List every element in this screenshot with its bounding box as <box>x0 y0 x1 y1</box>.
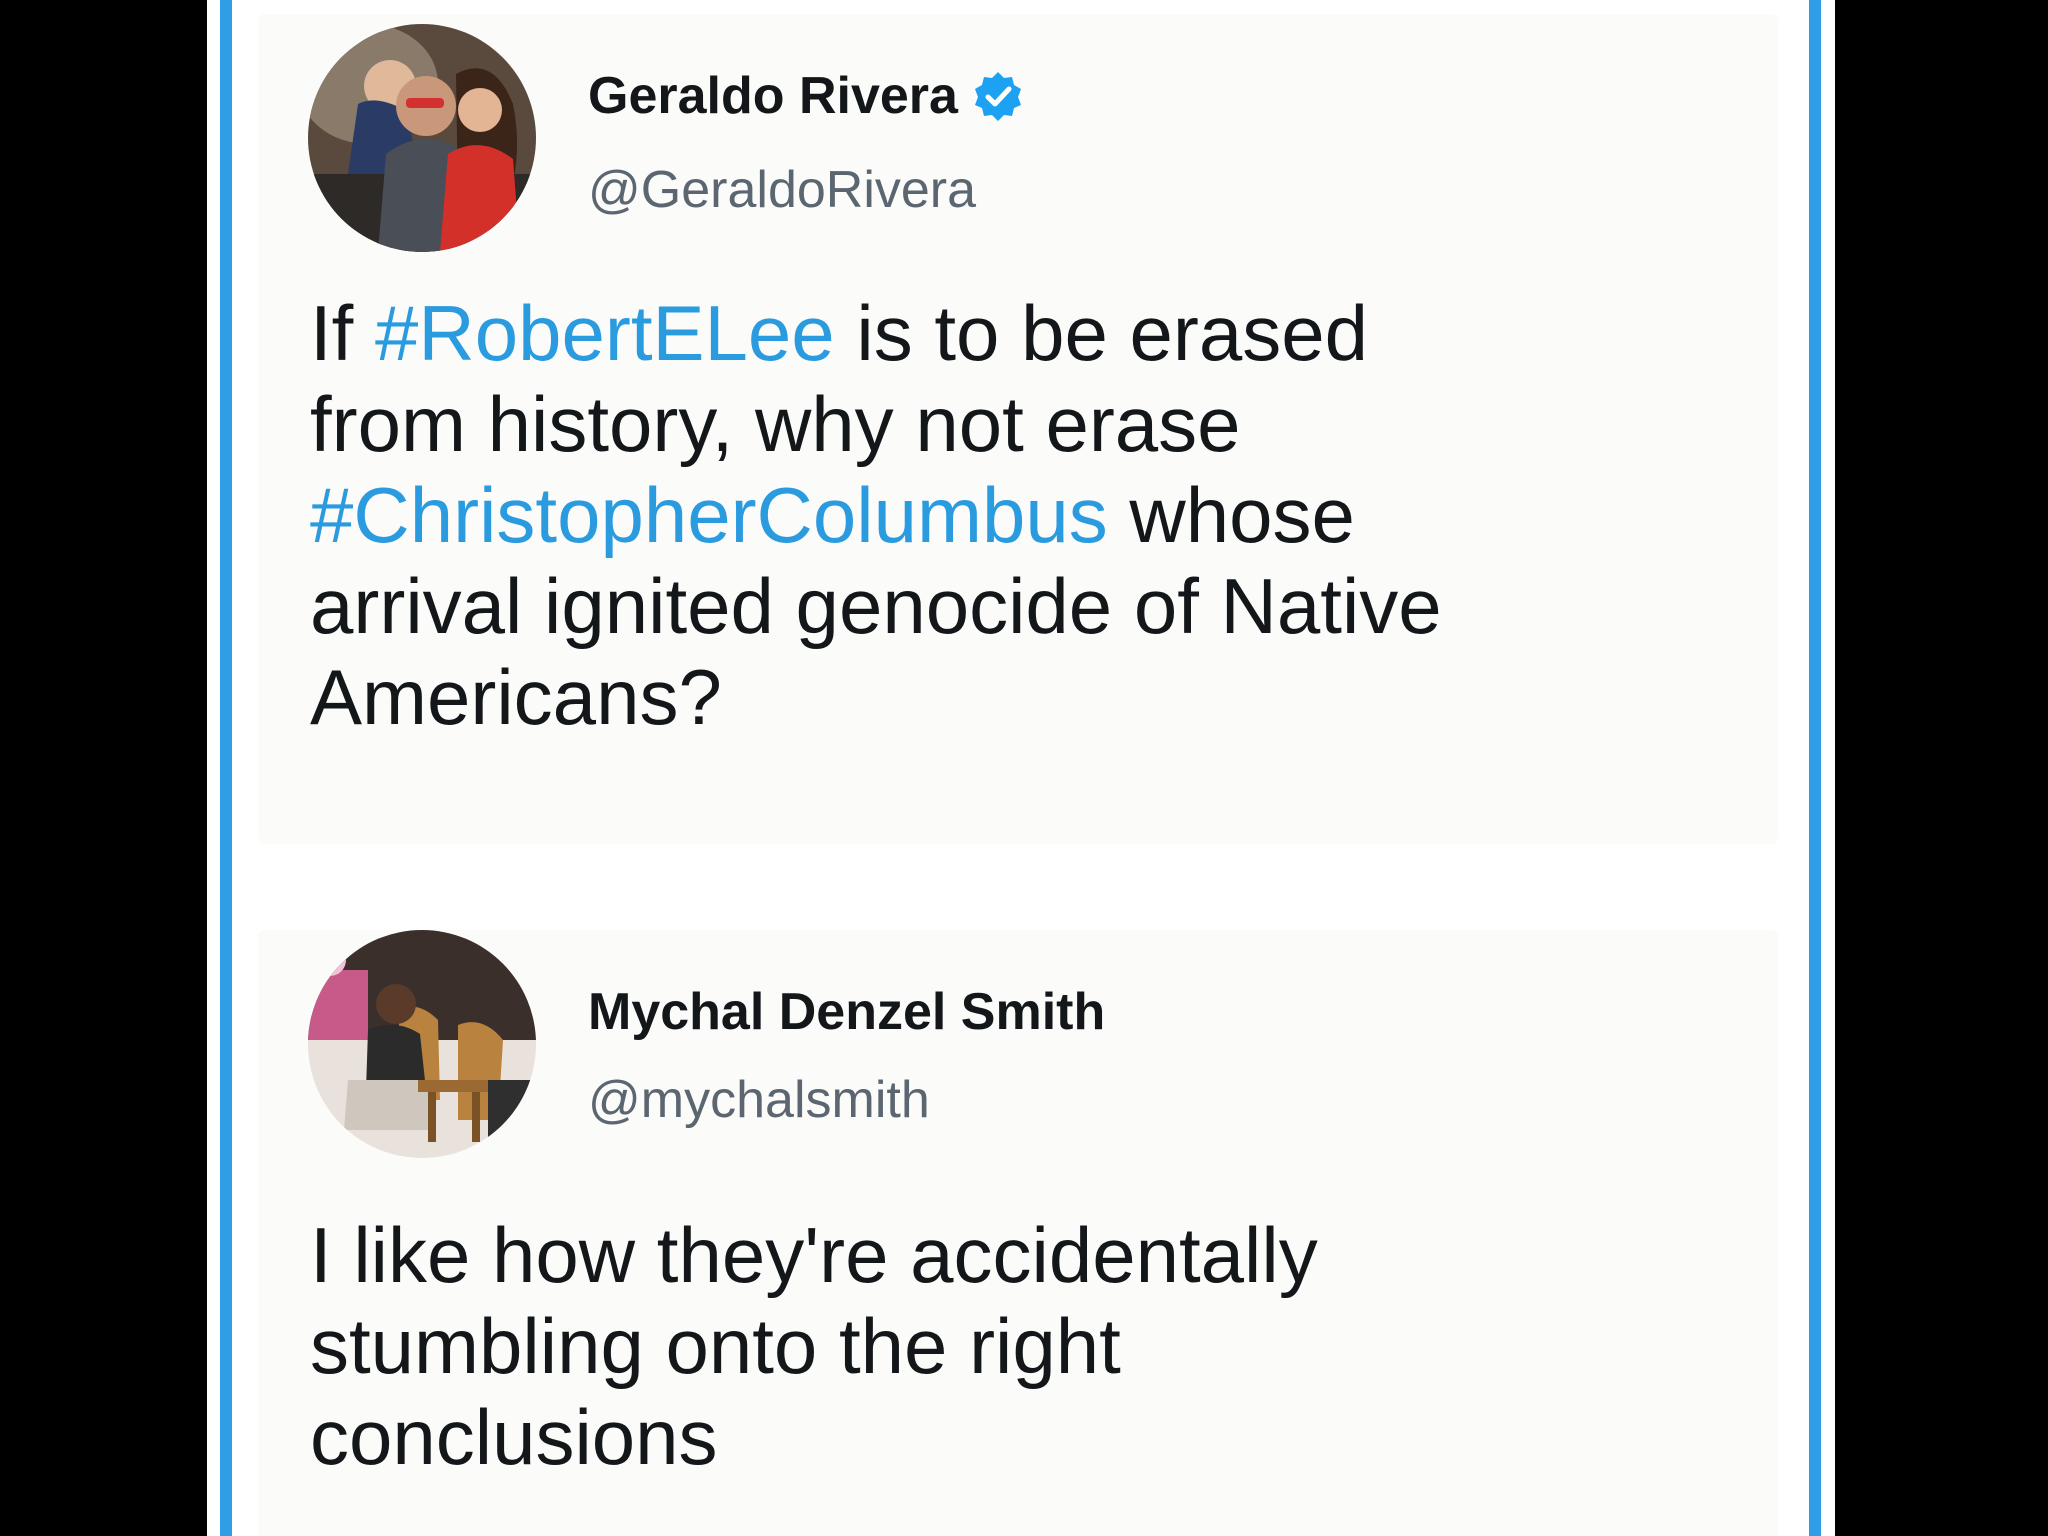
profile-photo-avatar-icon <box>308 24 536 252</box>
tweet-text-line: arrival ignited genocide of Native <box>310 562 1442 650</box>
hashtag-link[interactable]: #RobertELee <box>375 289 835 377</box>
tweet-text-line: conclusions <box>310 1393 718 1481</box>
hashtag-link[interactable]: #ChristopherColumbus <box>310 471 1108 559</box>
tweet-text-line: Americans? <box>310 653 722 741</box>
tweet-text-line: I like how they're accidentally <box>310 1211 1318 1299</box>
tweet-text-line: from history, why not erase <box>310 380 1241 468</box>
profile-photo-avatar-icon <box>308 930 536 1158</box>
avatar[interactable] <box>308 930 536 1158</box>
text-segment: If <box>310 289 376 377</box>
text-segment: whose <box>1107 471 1355 559</box>
tweet-text-line: If #RobertELee is to be erased <box>310 288 1730 379</box>
user-handle[interactable]: @mychalsmith <box>588 1074 930 1126</box>
tweet-card[interactable]: Geraldo Rivera @GeraldoRivera If #Robert… <box>258 14 1778 844</box>
avatar[interactable] <box>308 24 536 252</box>
verified-badge-icon <box>972 70 1024 122</box>
frame-border-right <box>1809 0 1821 1536</box>
user-handle[interactable]: @GeraldoRivera <box>588 164 976 216</box>
display-name[interactable]: Geraldo Rivera <box>588 70 958 122</box>
text-segment: is to be erased <box>834 289 1369 377</box>
tweet-text: I like how they're accidentally stumblin… <box>310 1210 1730 1483</box>
tweet-text: If #RobertELee is to be erased from hist… <box>310 288 1730 743</box>
frame-border-left <box>220 0 232 1536</box>
tweet-text-line: #ChristopherColumbus whose <box>310 470 1730 561</box>
display-name[interactable]: Mychal Denzel Smith <box>588 986 1105 1038</box>
tweet-card[interactable]: Mychal Denzel Smith @mychalsmith I like … <box>258 930 1778 1536</box>
tweet-text-line: stumbling onto the right <box>310 1302 1121 1390</box>
